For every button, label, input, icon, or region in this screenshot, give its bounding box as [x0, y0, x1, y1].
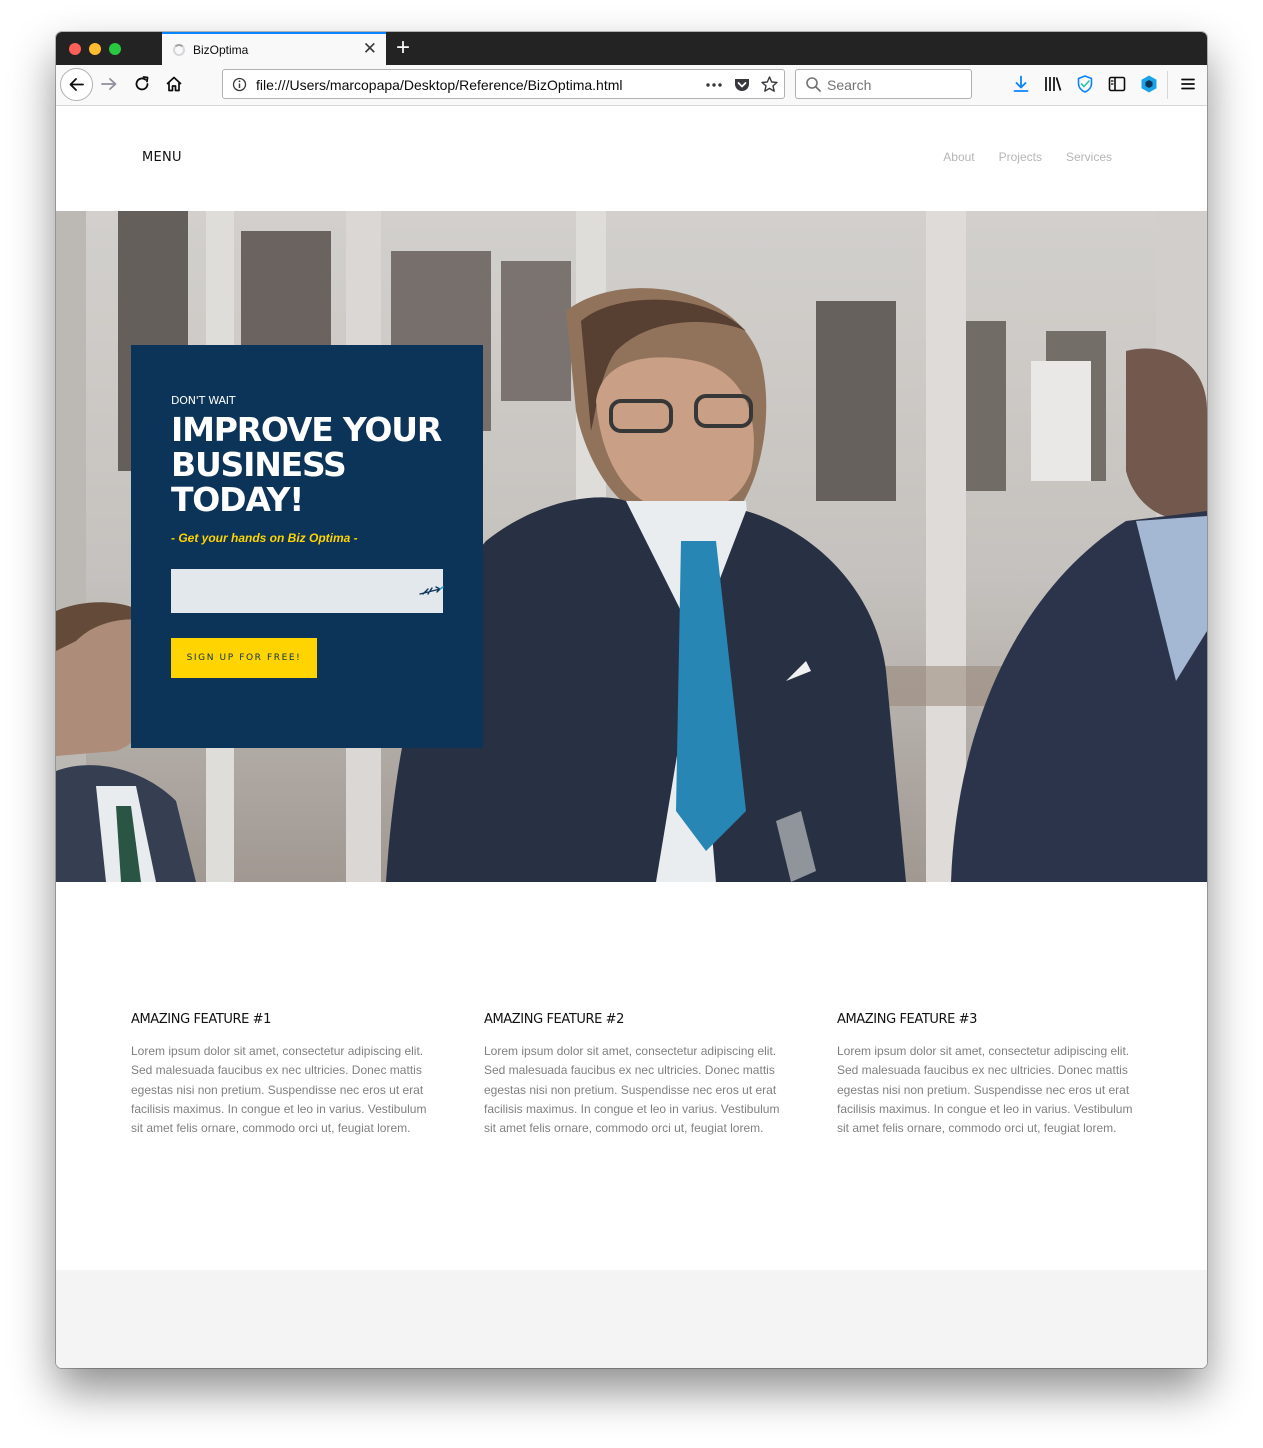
bookmark-star-icon[interactable]	[760, 75, 779, 94]
home-icon[interactable]	[164, 74, 184, 94]
tab-strip: BizOptima ✕ +	[56, 32, 1207, 65]
library-icon[interactable]	[1043, 74, 1063, 94]
url-text[interactable]: file:///Users/marcopapa/Desktop/Referenc…	[256, 77, 622, 93]
pocket-icon[interactable]	[733, 76, 751, 94]
tracking-shield-icon[interactable]	[1075, 74, 1095, 94]
feature-card: AMAZING FEATURE #3 Lorem ipsum dolor sit…	[837, 1012, 1137, 1138]
hero-section: DON'T WAIT IMPROVE YOUR BUSINESS TODAY! …	[56, 211, 1207, 882]
search-icon	[806, 77, 821, 92]
navigation-toolbar: file:///Users/marcopapa/Desktop/Referenc…	[56, 65, 1207, 106]
nav-link-about[interactable]: About	[943, 150, 974, 164]
toolbar-separator	[1167, 71, 1168, 99]
feature-title: AMAZING FEATURE #1	[131, 1012, 272, 1027]
sidebar-icon[interactable]	[1107, 74, 1127, 94]
forward-icon[interactable]	[99, 74, 119, 94]
url-bar[interactable]: file:///Users/marcopapa/Desktop/Referenc…	[222, 69, 785, 99]
site-footer	[56, 1270, 1207, 1368]
feature-title: AMAZING FEATURE #3	[837, 1012, 978, 1027]
feature-card: AMAZING FEATURE #1 Lorem ipsum dolor sit…	[131, 1012, 431, 1138]
site-nav: About Projects Services	[943, 150, 1112, 164]
menu-link[interactable]: MENU	[142, 150, 182, 165]
extension-icon[interactable]	[1139, 74, 1159, 94]
feature-title: AMAZING FEATURE #2	[484, 1012, 625, 1027]
hero-subtitle: - Get your hands on Biz Optima -	[171, 531, 358, 545]
close-tab-icon[interactable]: ✕	[363, 40, 377, 57]
back-icon	[69, 78, 84, 91]
back-button[interactable]	[60, 68, 93, 101]
minimize-window-button[interactable]	[89, 43, 101, 55]
tab-title: BizOptima	[193, 43, 249, 57]
search-placeholder: Search	[827, 77, 872, 93]
signup-card: DON'T WAIT IMPROVE YOUR BUSINESS TODAY! …	[131, 345, 483, 748]
site-header: MENU About Projects Services	[56, 107, 1207, 211]
send-icon[interactable]	[418, 581, 444, 601]
hero-title: IMPROVE YOUR BUSINESS TODAY!	[171, 410, 442, 519]
browser-window: BizOptima ✕ + file:///Users/marcopapa/De…	[56, 32, 1207, 1368]
feature-description: Lorem ipsum dolor sit amet, consectetur …	[484, 1044, 780, 1136]
zoom-window-button[interactable]	[109, 43, 121, 55]
signup-button[interactable]: SIGN UP FOR FREE!	[171, 638, 317, 678]
hero-eyebrow: DON'T WAIT	[171, 394, 236, 407]
nav-link-projects[interactable]: Projects	[999, 150, 1042, 164]
new-tab-button[interactable]: +	[393, 34, 413, 62]
download-icon[interactable]	[1011, 74, 1031, 94]
feature-description: Lorem ipsum dolor sit amet, consectetur …	[131, 1044, 427, 1136]
info-icon[interactable]	[232, 77, 247, 92]
feature-description: Lorem ipsum dolor sit amet, consectetur …	[837, 1044, 1133, 1136]
nav-link-services[interactable]: Services	[1066, 150, 1112, 164]
search-bar[interactable]: Search	[795, 69, 972, 99]
feature-card: AMAZING FEATURE #2 Lorem ipsum dolor sit…	[484, 1012, 784, 1138]
email-field[interactable]	[171, 569, 443, 613]
loading-icon	[173, 44, 185, 56]
web-page: MENU About Projects Services DON'T WAIT …	[56, 107, 1207, 1368]
close-window-button[interactable]	[69, 43, 81, 55]
page-actions-icon[interactable]	[705, 78, 723, 92]
reload-icon[interactable]	[132, 74, 152, 94]
hamburger-menu-icon[interactable]	[1178, 74, 1198, 94]
browser-tab[interactable]: BizOptima ✕	[162, 32, 386, 65]
features-section: AMAZING FEATURE #1 Lorem ipsum dolor sit…	[56, 882, 1207, 1270]
